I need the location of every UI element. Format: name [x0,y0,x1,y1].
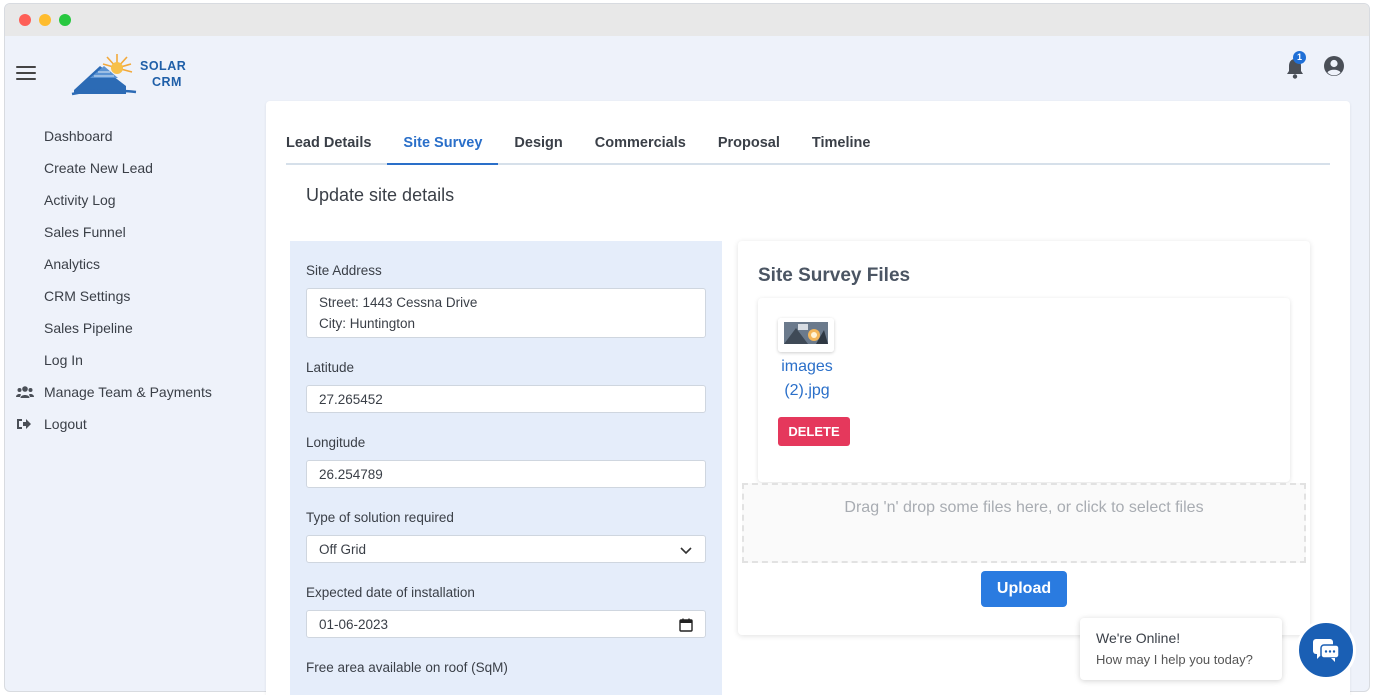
sidebar-item-label: CRM Settings [44,288,131,304]
tab-timeline[interactable]: Timeline [796,123,887,165]
chat-launcher-button[interactable] [1296,620,1356,680]
sidebar-item-sales-funnel[interactable]: Sales Funnel [0,216,260,248]
sidebar-item-log-in[interactable]: Log In [0,344,260,376]
sidebar-item-label: Create New Lead [44,160,153,176]
notification-count-badge: 1 [1293,51,1306,64]
main-content-card: Lead Details Site Survey Design Commerci… [266,101,1350,695]
site-details-form: Site Address Street: 1443 Cessna Drive C… [290,241,722,695]
latitude-field[interactable]: 27.265452 [306,385,706,413]
sidebar-item-label: Log In [44,352,83,368]
sidebar-item-dashboard[interactable]: Dashboard [0,120,260,152]
lead-tabs: Lead Details Site Survey Design Commerci… [286,123,1330,165]
delete-file-button[interactable]: DELETE [778,417,850,446]
chat-prompt-text: How may I help you today? [1096,652,1253,667]
sidebar-nav: Dashboard Create New Lead Activity Log S… [0,120,260,440]
sidebar-item-logout[interactable]: Logout [0,408,260,440]
logo-text: SOLAR CRM [140,59,187,89]
chat-icon [1313,639,1340,662]
chat-status-text: We're Online! [1096,630,1181,646]
minimize-window-button[interactable] [39,14,51,26]
site-address-field[interactable]: Street: 1443 Cessna Drive City: Huntingt… [306,288,706,338]
longitude-label: Longitude [306,435,366,450]
sidebar-item-label: Manage Team & Payments [44,384,212,400]
menu-toggle-icon[interactable] [16,66,36,80]
tab-site-survey[interactable]: Site Survey [387,123,499,165]
sidebar-item-manage-team[interactable]: Manage Team & Payments [0,376,260,408]
file-list: images (2).jpg DELETE [758,298,1290,482]
site-survey-files-card: Site Survey Files images (2).jpg DELETE … [738,241,1310,635]
window-titlebar [5,4,1369,36]
sign-out-icon [16,417,32,431]
app-logo[interactable]: SOLAR CRM [70,48,190,98]
sidebar-item-analytics[interactable]: Analytics [0,248,260,280]
install-date-field[interactable]: 01-06-2023 [306,610,706,638]
user-account-icon[interactable] [1323,55,1345,77]
sidebar-item-label: Activity Log [44,192,116,208]
solar-house-logo-icon [71,54,137,96]
solution-type-label: Type of solution required [306,510,454,525]
site-address-label: Site Address [306,263,382,278]
file-thumbnail[interactable] [778,318,834,352]
file-dropzone[interactable]: Drag 'n' drop some files here, or click … [742,483,1306,563]
sidebar-item-label: Logout [44,416,87,432]
sidebar-item-label: Sales Pipeline [44,320,133,336]
install-date-value: 01-06-2023 [319,616,389,632]
chat-greeting-bubble[interactable]: We're Online! How may I help you today? [1080,618,1282,680]
longitude-field[interactable]: 26.254789 [306,460,706,488]
users-icon [16,385,34,399]
install-date-label: Expected date of installation [306,585,475,600]
tab-design[interactable]: Design [498,123,578,165]
close-window-button[interactable] [19,14,31,26]
files-section-title: Site Survey Files [758,265,911,286]
file-name-link[interactable]: images (2).jpg [778,355,836,403]
street-line: Street: 1443 Cessna Drive [319,295,478,310]
tab-proposal[interactable]: Proposal [702,123,796,165]
latitude-label: Latitude [306,360,355,375]
calendar-icon[interactable] [679,618,693,632]
sidebar-item-sales-pipeline[interactable]: Sales Pipeline [0,312,260,344]
solution-type-select[interactable]: Off Grid [306,535,706,563]
sidebar-item-label: Analytics [44,256,101,272]
sidebar-item-label: Dashboard [44,128,113,144]
city-line: City: Huntington [319,316,416,331]
sidebar-item-activity-log[interactable]: Activity Log [0,184,260,216]
sidebar-item-create-new-lead[interactable]: Create New Lead [0,152,260,184]
sidebar-item-label: Sales Funnel [44,224,126,240]
page-title: Update site details [306,185,455,205]
roof-area-label: Free area available on roof (SqM) [306,660,508,675]
tab-lead-details[interactable]: Lead Details [286,123,387,165]
sidebar-item-crm-settings[interactable]: CRM Settings [0,280,260,312]
tab-commercials[interactable]: Commercials [579,123,702,165]
maximize-window-button[interactable] [59,14,71,26]
upload-button[interactable]: Upload [981,571,1067,607]
chevron-down-icon [679,543,693,557]
solution-type-value: Off Grid [319,541,367,557]
